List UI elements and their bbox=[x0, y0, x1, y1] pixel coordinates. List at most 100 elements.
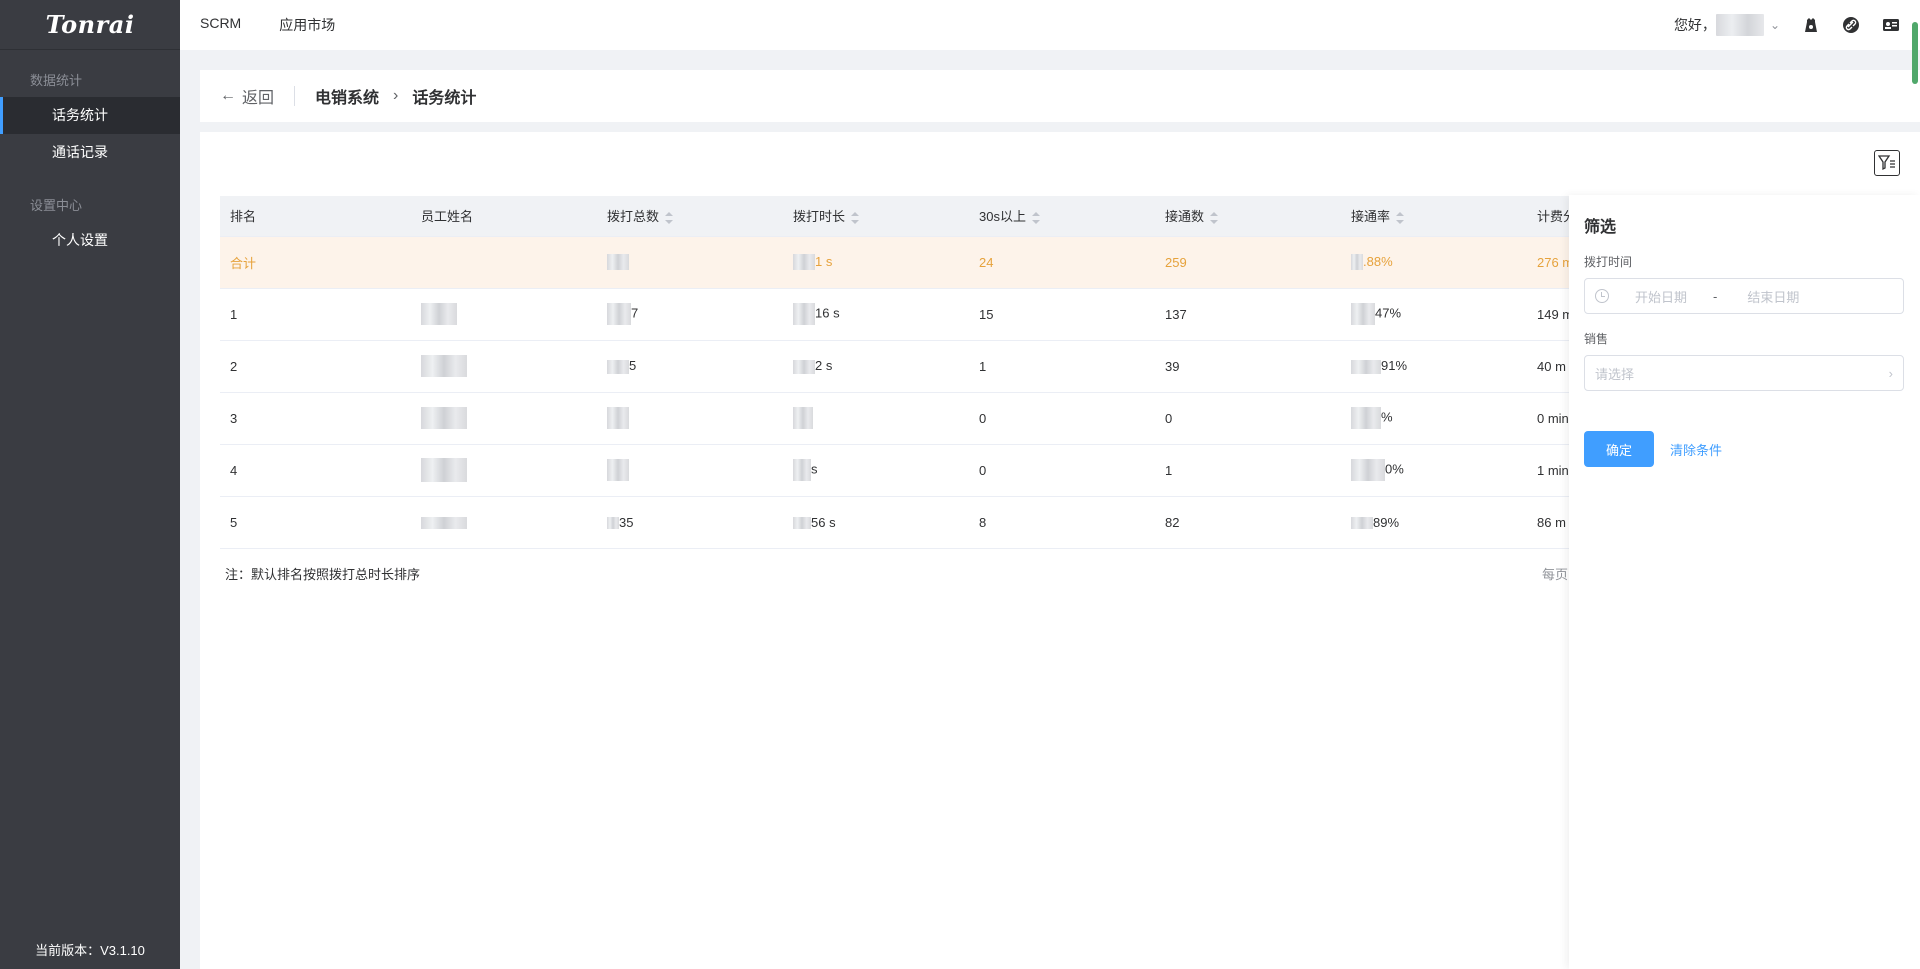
clear-filters-link[interactable]: 清除条件 bbox=[1670, 440, 1722, 459]
cell-name bbox=[411, 392, 597, 445]
table-row: 2 5 2 s 1 39 91% 40 m bbox=[220, 340, 1589, 393]
user-menu[interactable]: 您好， ⌄ bbox=[1674, 14, 1780, 36]
cell-calls bbox=[597, 392, 783, 445]
version-label: 当前版本：V3.1.10 bbox=[35, 943, 145, 958]
id-card-icon[interactable] bbox=[1882, 16, 1900, 34]
user-name-masked bbox=[1715, 14, 1764, 36]
link-icon[interactable] bbox=[1842, 16, 1860, 34]
pagination-per-page[interactable]: 每页 bbox=[1542, 564, 1568, 583]
cell-duration: 2 s bbox=[783, 340, 969, 393]
top-nav-scrm[interactable]: SCRM bbox=[200, 15, 241, 35]
sales-select-placeholder: 请选择 bbox=[1595, 366, 1635, 382]
bag-icon[interactable] bbox=[1802, 16, 1820, 34]
cell-over30: 15 bbox=[969, 288, 1155, 341]
table-total-row: 合计 1 s 24 259 .88% 276 m bbox=[220, 236, 1589, 289]
arrow-left-icon: ← bbox=[220, 87, 236, 104]
sidebar: Tonrai 数据统计 话务统计 通话记录 设置中心 个人设置 当前版本：V3.… bbox=[0, 0, 180, 969]
cell-connected: 1 bbox=[1155, 444, 1341, 497]
cell-name bbox=[411, 340, 597, 393]
date-separator: - bbox=[1713, 288, 1718, 304]
cell-duration: 1 s bbox=[783, 236, 969, 289]
sidebar-item-personal-settings[interactable]: 个人设置 bbox=[0, 222, 180, 259]
chevron-right-icon: › bbox=[393, 87, 399, 104]
table-header-row: 排名 员工姓名 拨打总数 拨打时长 30s以上 接通数 接通率 计费分 bbox=[220, 196, 1589, 237]
confirm-button[interactable]: 确定 bbox=[1584, 431, 1654, 467]
top-nav-app-market[interactable]: 应用市场 bbox=[279, 15, 335, 35]
top-right: 您好， ⌄ bbox=[1674, 0, 1900, 50]
cell-over30: 8 bbox=[969, 496, 1155, 549]
cell-name bbox=[411, 444, 597, 497]
cell-duration: s bbox=[783, 444, 969, 497]
back-label: 返回 bbox=[242, 90, 275, 107]
cell-rate: .88% bbox=[1341, 236, 1527, 289]
sidebar-group-title: 设置中心 bbox=[30, 198, 83, 213]
cell-calls bbox=[597, 444, 783, 497]
clock-icon bbox=[1595, 289, 1609, 303]
breadcrumb-current: 话务统计 bbox=[412, 90, 477, 107]
cell-calls bbox=[597, 236, 783, 289]
filter-toggle-button[interactable] bbox=[1874, 150, 1900, 176]
cell-rank: 合计 bbox=[220, 236, 411, 289]
cell-name bbox=[411, 496, 597, 549]
cell-calls: 35 bbox=[597, 496, 783, 549]
back-button[interactable]: ← 返回 bbox=[220, 86, 296, 107]
col-over-30s[interactable]: 30s以上 bbox=[969, 196, 1155, 237]
cell-connected: 0 bbox=[1155, 392, 1341, 445]
cell-duration: 56 s bbox=[783, 496, 969, 549]
cell-rate: 47% bbox=[1341, 288, 1527, 341]
end-date-input[interactable]: 结束日期 bbox=[1747, 287, 1799, 306]
cell-connected: 137 bbox=[1155, 288, 1341, 341]
cell-connected: 259 bbox=[1155, 236, 1341, 289]
cell-calls: 7 bbox=[597, 288, 783, 341]
sales-select[interactable]: 请选择 › bbox=[1584, 355, 1904, 391]
cell-calls: 5 bbox=[597, 340, 783, 393]
logo[interactable]: Tonrai bbox=[0, 0, 180, 50]
cell-rank: 1 bbox=[220, 288, 411, 341]
breadcrumb-item[interactable]: 电销系统 bbox=[315, 84, 379, 108]
filter-actions: 确定 清除条件 bbox=[1584, 431, 1905, 467]
date-range-picker[interactable]: 开始日期 - 结束日期 bbox=[1584, 278, 1904, 314]
chevron-down-icon: ⌄ bbox=[1769, 18, 1780, 32]
col-connect-rate[interactable]: 接通率 bbox=[1341, 196, 1527, 237]
sort-icon[interactable] bbox=[1396, 211, 1405, 224]
breadcrumb: 电销系统 › 话务统计 bbox=[295, 84, 476, 108]
filter-title: 筛选 bbox=[1584, 219, 1617, 236]
cell-rank: 2 bbox=[220, 340, 411, 393]
cell-over30: 1 bbox=[969, 340, 1155, 393]
sidebar-item-call-stats[interactable]: 话务统计 bbox=[0, 97, 180, 134]
cell-name bbox=[411, 288, 597, 341]
start-date-input[interactable]: 开始日期 bbox=[1635, 287, 1687, 306]
sort-icon[interactable] bbox=[1210, 211, 1219, 224]
cell-connected: 39 bbox=[1155, 340, 1341, 393]
cell-rate: 91% bbox=[1341, 340, 1527, 393]
filter-icon bbox=[1878, 155, 1895, 171]
cell-rank: 3 bbox=[220, 392, 411, 445]
col-call-duration[interactable]: 拨打时长 bbox=[783, 196, 969, 237]
cell-rank: 4 bbox=[220, 444, 411, 497]
col-connected[interactable]: 接通数 bbox=[1155, 196, 1341, 237]
page-scrollbar[interactable] bbox=[1912, 22, 1918, 84]
cell-over30: 0 bbox=[969, 444, 1155, 497]
cell-over30: 0 bbox=[969, 392, 1155, 445]
page-header: ← 返回 电销系统 › 话务统计 bbox=[200, 70, 1920, 122]
cell-duration: 16 s bbox=[783, 288, 969, 341]
sales-label: 销售 bbox=[1584, 332, 1609, 346]
table-row: 4 s 0 1 0% 1 min bbox=[220, 444, 1589, 497]
col-total-calls[interactable]: 拨打总数 bbox=[597, 196, 783, 237]
sidebar-item-call-records[interactable]: 通话记录 bbox=[0, 134, 180, 171]
cell-name bbox=[411, 236, 597, 289]
top-nav: SCRM 应用市场 bbox=[180, 15, 335, 35]
sort-icon[interactable] bbox=[1031, 211, 1040, 224]
cell-connected: 82 bbox=[1155, 496, 1341, 549]
stats-table: 排名 员工姓名 拨打总数 拨打时长 30s以上 接通数 接通率 计费分 合计 1… bbox=[220, 196, 1589, 549]
cell-over30: 24 bbox=[969, 236, 1155, 289]
cell-rate: % bbox=[1341, 392, 1527, 445]
filter-panel: 筛选 拨打时间 开始日期 - 结束日期 销售 请选择 › 确定 清除条件 bbox=[1569, 195, 1920, 969]
sort-icon[interactable] bbox=[851, 211, 860, 224]
cell-rate: 89% bbox=[1341, 496, 1527, 549]
col-rank: 排名 bbox=[220, 196, 411, 237]
cell-rate: 0% bbox=[1341, 444, 1527, 497]
col-staff-name: 员工姓名 bbox=[411, 196, 597, 237]
sort-icon[interactable] bbox=[665, 211, 674, 224]
date-label: 拨打时间 bbox=[1584, 255, 1633, 269]
